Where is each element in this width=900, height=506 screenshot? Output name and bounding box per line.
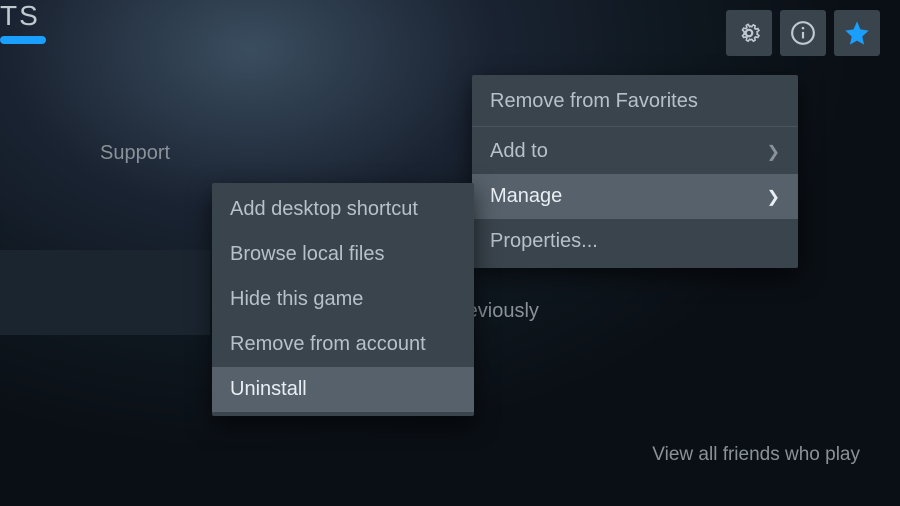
menu-item-label: Uninstall (230, 378, 307, 401)
menu-properties[interactable]: Properties... (472, 219, 798, 264)
menu-item-label: Add to (490, 140, 548, 163)
side-panel (0, 250, 210, 335)
info-icon (790, 20, 816, 46)
menu-remove-favorites[interactable]: Remove from Favorites (472, 79, 798, 124)
tab-support[interactable]: Support (100, 142, 170, 165)
chevron-right-icon: ❯ (767, 142, 780, 162)
menu-hide-game[interactable]: Hide this game (212, 277, 474, 322)
info-button[interactable] (780, 10, 826, 56)
settings-button[interactable] (726, 10, 772, 56)
star-icon (843, 19, 871, 47)
menu-manage[interactable]: Manage ❯ (472, 174, 798, 219)
menu-add-to[interactable]: Add to ❯ (472, 129, 798, 174)
menu-divider (472, 126, 798, 127)
game-title-fragment: TS (0, 0, 40, 32)
menu-item-label: Properties... (490, 230, 598, 253)
view-friends-link[interactable]: View all friends who play (652, 444, 860, 466)
chevron-right-icon: ❯ (767, 187, 780, 207)
menu-add-desktop-shortcut[interactable]: Add desktop shortcut (212, 187, 474, 232)
menu-remove-from-account[interactable]: Remove from account (212, 322, 474, 367)
menu-uninstall[interactable]: Uninstall (212, 367, 474, 412)
menu-item-label: Add desktop shortcut (230, 198, 418, 221)
menu-browse-local-files[interactable]: Browse local files (212, 232, 474, 277)
menu-item-label: Manage (490, 185, 562, 208)
context-menu-manage: Add desktop shortcut Browse local files … (212, 183, 474, 416)
progress-bar (0, 36, 46, 44)
gear-icon (736, 20, 762, 46)
menu-item-label: Remove from Favorites (490, 90, 698, 113)
favorite-button[interactable] (834, 10, 880, 56)
context-menu-primary: Remove from Favorites Add to ❯ Manage ❯ … (472, 75, 798, 268)
menu-item-label: Hide this game (230, 288, 363, 311)
menu-item-label: Remove from account (230, 333, 426, 356)
menu-item-label: Browse local files (230, 243, 385, 266)
top-icon-bar (726, 10, 880, 56)
